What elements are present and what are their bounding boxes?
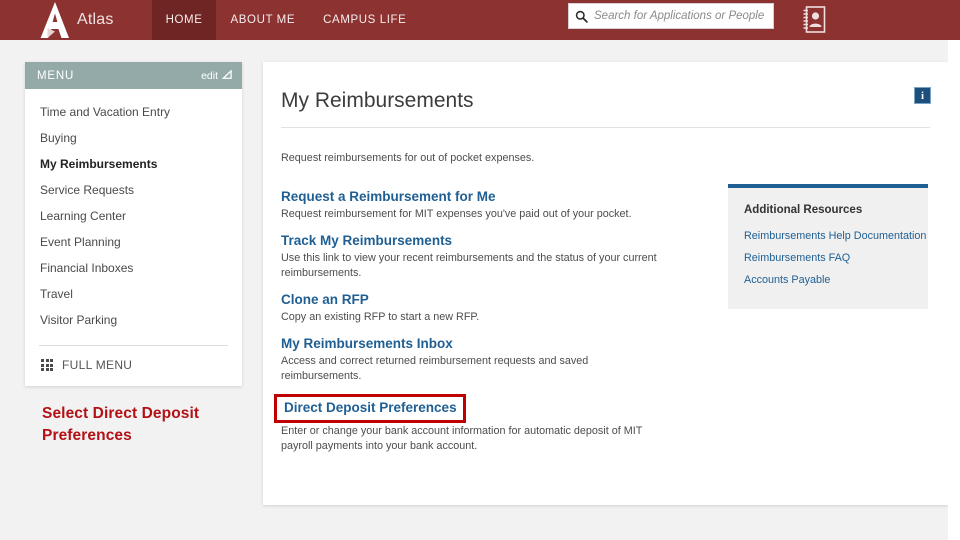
pencil-icon [221,70,232,79]
resource-link-reimbursements-help-documentation[interactable]: Reimbursements Help Documentation [744,225,928,247]
brand-name: Atlas [77,11,114,28]
search-input[interactable] [588,10,773,22]
link-block-request-a-reimbursement-for-me: Request a Reimbursement for Me Request r… [281,188,701,222]
sidebar-item-my-reimbursements[interactable]: My Reimbursements [25,151,242,177]
link-my-reimbursements-inbox[interactable]: My Reimbursements Inbox [281,335,453,353]
link-track-my-reimbursements[interactable]: Track My Reimbursements [281,232,452,250]
sidebar-item-buying[interactable]: Buying [25,125,242,151]
address-book-icon[interactable] [802,6,826,33]
link-desc-direct-deposit-preferences: Enter or change your bank account inform… [281,425,643,452]
link-block-track-my-reimbursements: Track My Reimbursements Use this link to… [281,232,701,281]
resource-link-reimbursements-faq[interactable]: Reimbursements FAQ [744,247,928,269]
sidebar-edit-label: edit [201,69,218,82]
annotation-text: Select Direct Deposit Preferences [42,405,200,444]
link-block-my-reimbursements-inbox: My Reimbursements Inbox Access and corre… [281,335,701,384]
sidebar-item-learning-center[interactable]: Learning Center [25,203,242,229]
nav-item-about-me[interactable]: ABOUT ME [216,0,309,40]
search-icon [575,10,588,23]
sidebar-item-time-and-vacation-entry[interactable]: Time and Vacation Entry [25,99,242,125]
title-divider [281,127,930,128]
link-direct-deposit-preferences[interactable]: Direct Deposit Preferences [284,399,457,416]
main-nav: HOME ABOUT ME CAMPUS LIFE [151,0,421,40]
intro-text: Request reimbursements for out of pocket… [281,152,535,164]
grid-icon [41,359,53,371]
right-page-edge [948,40,960,540]
sidebar-header: MENU edit [25,62,242,89]
sidebar-item-event-planning[interactable]: Event Planning [25,229,242,255]
sidebar-item-travel[interactable]: Travel [25,281,242,307]
info-icon[interactable]: i [914,87,931,104]
additional-resources-panel: Additional Resources Reimbursements Help… [728,184,928,309]
sidebar-menu-list: Time and Vacation Entry Buying My Reimbu… [25,89,242,337]
nav-item-campus-life[interactable]: CAMPUS LIFE [309,0,420,40]
additional-resources-title: Additional Resources [744,204,863,216]
sidebar-item-financial-inboxes[interactable]: Financial Inboxes [25,255,242,281]
link-desc-my-reimbursements-inbox: Access and correct returned reimbursemen… [281,355,589,382]
sidebar-item-visitor-parking[interactable]: Visitor Parking [25,307,242,333]
top-navigation-bar: Atlas HOME ABOUT ME CAMPUS LIFE [0,0,960,40]
link-desc-track-my-reimbursements: Use this link to view your recent reimbu… [281,252,657,279]
page-root: Atlas HOME ABOUT ME CAMPUS LIFE Search f… [0,0,960,540]
link-request-a-reimbursement-for-me[interactable]: Request a Reimbursement for Me [281,188,496,206]
sidebar: MENU edit Time and Vacation Entry Buying… [25,62,242,386]
search-box[interactable] [568,3,774,29]
full-menu-button[interactable]: FULL MENU [25,346,242,386]
brand[interactable]: Atlas [38,0,114,40]
sidebar-title: MENU [37,69,75,82]
link-desc-request-a-reimbursement-for-me: Request reimbursement for MIT expenses y… [281,208,632,220]
link-clone-an-rfp[interactable]: Clone an RFP [281,291,369,309]
resource-link-accounts-payable[interactable]: Accounts Payable [744,269,928,291]
link-list: Request a Reimbursement for Me Request r… [274,188,701,464]
atlas-a-logo-icon [40,2,69,38]
link-block-direct-deposit-preferences: Direct Deposit Preferences Enter or chan… [274,394,701,454]
sidebar-edit-button[interactable]: edit [201,70,232,82]
highlight-box-direct-deposit-preferences: Direct Deposit Preferences [274,394,466,423]
full-menu-label: FULL MENU [62,358,133,372]
page-title: My Reimbursements [281,89,474,112]
link-block-clone-an-rfp: Clone an RFP Copy an existing RFP to sta… [281,291,701,325]
link-desc-clone-an-rfp: Copy an existing RFP to start a new RFP. [281,311,480,323]
main-content-card: My Reimbursements i Request reimbursemen… [263,62,948,505]
sidebar-item-service-requests[interactable]: Service Requests [25,177,242,203]
nav-item-home[interactable]: HOME [151,0,217,40]
